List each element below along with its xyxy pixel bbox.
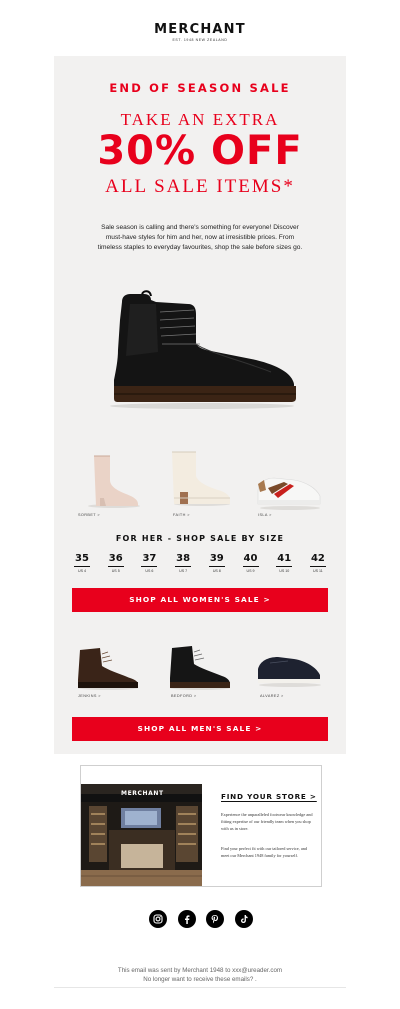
pinterest-icon[interactable] xyxy=(206,910,225,928)
footer-text: This email was sent by Merchant 1948 to … xyxy=(0,967,400,984)
brand-logo[interactable]: MERCHANT EST. 1948 NEW ZEALAND xyxy=(0,22,400,42)
product-image-isla[interactable] xyxy=(254,460,324,530)
unsubscribe-link[interactable]: No longer want to receive these emails? … xyxy=(0,976,400,985)
size-eu: 42 xyxy=(310,553,325,564)
size-us: US 9 xyxy=(242,566,259,573)
product-image-sorbet[interactable] xyxy=(76,448,146,518)
size-eu: 38 xyxy=(176,553,191,564)
shop-womens-sale-button[interactable]: SHOP ALL WOMEN'S SALE > xyxy=(72,588,328,612)
product-label-faith[interactable]: FAITH > xyxy=(173,513,190,517)
store-photo[interactable] xyxy=(81,784,202,886)
brand-name: MERCHANT xyxy=(154,22,246,37)
size-option-40[interactable]: 40 US 9 xyxy=(237,553,265,573)
product-image-alvarez[interactable] xyxy=(254,645,324,715)
footer-line-1: This email was sent by Merchant 1948 to … xyxy=(117,967,283,974)
social-links xyxy=(149,910,253,928)
size-us: US 10 xyxy=(276,566,293,573)
instagram-icon[interactable] xyxy=(149,910,167,928)
store-paragraph-2: Find your perfect fit with our tailored … xyxy=(221,846,308,858)
size-us: US 11 xyxy=(309,566,326,573)
shop-mens-sale-button[interactable]: SHOP ALL MEN'S SALE > xyxy=(72,717,328,741)
size-eu: 37 xyxy=(142,553,157,564)
store-sign: MERCHANT xyxy=(121,790,164,797)
product-label-jenkins[interactable]: JENKINS > xyxy=(78,694,101,698)
product-label-alvarez[interactable]: ALVAREZ > xyxy=(260,694,284,698)
product-label-sorbet[interactable]: SORBET > xyxy=(78,513,100,517)
tiktok-icon[interactable] xyxy=(234,910,253,928)
product-image-faith[interactable] xyxy=(166,442,236,512)
intro-paragraph: Sale season is calling and there's somet… xyxy=(97,224,303,252)
find-store-panel: MERCHANT FIND YOUR STORE > Experience th… xyxy=(80,765,322,887)
hero-boot-image[interactable] xyxy=(96,290,306,412)
facebook-icon[interactable] xyxy=(177,910,196,928)
size-eu: 41 xyxy=(277,553,292,564)
size-us: US 4 xyxy=(74,566,90,573)
size-eu: 35 xyxy=(75,553,89,564)
sale-headline: END OF SEASON SALE xyxy=(109,81,291,95)
size-option-36[interactable]: 36 US 5 xyxy=(102,553,130,573)
size-eu: 39 xyxy=(209,553,224,564)
product-label-isla[interactable]: ISLA > xyxy=(258,513,272,517)
store-paragraph-1: Experience the unparalleled footwear kno… xyxy=(221,812,313,831)
size-option-38[interactable]: 38 US 7 xyxy=(169,553,197,573)
product-label-bedford[interactable]: BEDFORD > xyxy=(171,694,196,698)
email-page: MERCHANT EST. 1948 NEW ZEALAND END OF SE… xyxy=(0,0,400,1009)
size-eu: 40 xyxy=(243,553,258,564)
footer-divider xyxy=(54,987,346,988)
size-option-42[interactable]: 42 US 11 xyxy=(304,553,332,573)
all-sale-items-text: ALL SALE ITEMS* xyxy=(105,176,295,197)
take-extra-text: TAKE AN EXTRA xyxy=(120,110,280,129)
size-us: US 8 xyxy=(208,566,225,573)
size-us: US 5 xyxy=(107,566,124,573)
size-option-39[interactable]: 39 US 8 xyxy=(203,553,231,573)
discount-text: 30% OFF xyxy=(97,128,303,174)
brand-tagline: EST. 1948 NEW ZEALAND xyxy=(172,38,228,42)
size-us: US 6 xyxy=(141,566,158,573)
find-store-link[interactable]: FIND YOUR STORE > xyxy=(221,792,317,801)
size-us: US 7 xyxy=(175,566,192,573)
size-list: 35 US 4 36 US 5 37 US 6 38 US 7 39 US 8 40 US … xyxy=(68,553,332,573)
size-option-37[interactable]: 37 US 6 xyxy=(135,553,163,573)
size-eu: 36 xyxy=(108,553,123,564)
size-option-41[interactable]: 41 US 10 xyxy=(270,553,298,573)
size-section-title: FOR HER - SHOP SALE BY SIZE xyxy=(115,534,285,543)
size-option-35[interactable]: 35 US 4 xyxy=(68,553,96,573)
